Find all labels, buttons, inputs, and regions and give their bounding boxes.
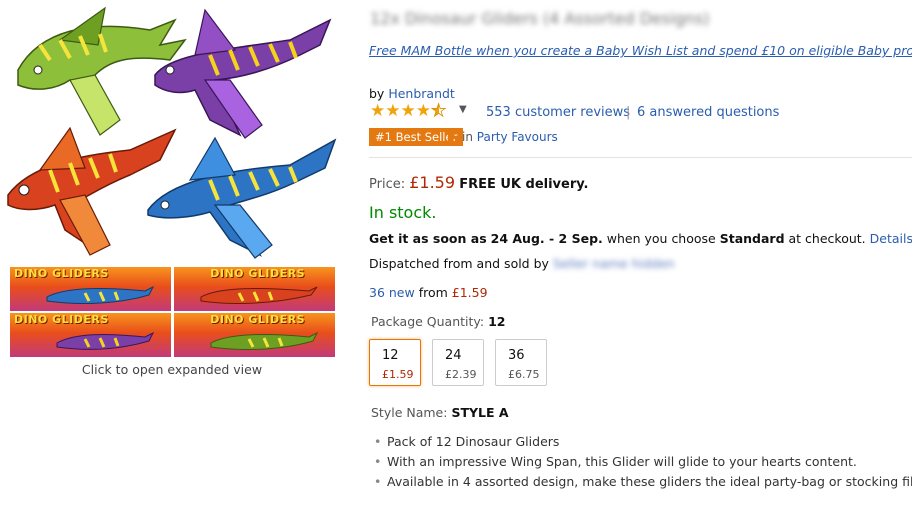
promo-link[interactable]: Free MAM Bottle when you create a Baby W… [369, 43, 912, 58]
purple-glider-image [154, 8, 332, 139]
star-rating[interactable]: ★ ★ ★ ★ ★ [370, 100, 447, 121]
quantity-option-price: £2.39 [445, 368, 477, 381]
expand-view-caption[interactable]: Click to open expanded view [60, 362, 284, 377]
delivery-option: Standard [719, 231, 785, 246]
star-icon: ★ [400, 100, 416, 121]
byline: by Henbrandt [369, 86, 455, 101]
quantity-option-12[interactable]: 12 £1.59 [369, 339, 421, 386]
price-row: Price: £1.59 FREE UK delivery. [369, 173, 588, 192]
new-from-price: £1.59 [451, 285, 488, 300]
star-icon: ★ [415, 100, 431, 121]
questions-link[interactable]: 6 answered questions [637, 105, 779, 120]
quantity-option-qty: 36 [508, 348, 525, 363]
by-prefix: by [369, 86, 385, 101]
feature-bullet: With an impressive Wing Span, this Glide… [370, 452, 910, 472]
package-label: DINO GLIDERS [210, 313, 305, 326]
price-label: Price: [369, 177, 406, 192]
package-thumb: DINO GLIDERS [10, 267, 171, 311]
new-offers: 36 new from £1.59 [369, 285, 488, 300]
feature-bullet: Pack of 12 Dinosaur Gliders [370, 432, 910, 452]
dispatched-prefix: Dispatched from and sold by [369, 256, 549, 271]
seller-link[interactable]: Seller name hidden [553, 256, 675, 271]
divider [369, 157, 912, 158]
reviews-link[interactable]: 553 customer reviews [486, 105, 630, 120]
feature-bullets: Pack of 12 Dinosaur Gliders With an impr… [370, 432, 912, 492]
quantity-option-qty: 12 [382, 348, 399, 363]
quantity-option-price: £1.59 [382, 368, 414, 381]
feature-bullet: Available in 4 assorted design, make the… [370, 472, 912, 492]
half-star-icon: ★ [431, 100, 447, 121]
free-delivery-label: FREE UK delivery. [459, 177, 589, 192]
style-name-label: Style Name: STYLE A [371, 405, 509, 420]
quantity-option-qty: 24 [445, 348, 462, 363]
delivery-mid: when you choose [606, 231, 716, 246]
delivery-details-link[interactable]: Details [870, 231, 912, 246]
chevron-down-icon[interactable]: ▼ [459, 104, 467, 115]
package-thumb: DINO GLIDERS [174, 313, 335, 357]
new-from-label: from [418, 285, 448, 300]
new-offers-link[interactable]: 36 new [369, 285, 415, 300]
style-value: STYLE A [451, 405, 509, 420]
star-icon: ★ [370, 100, 386, 121]
quantity-label-text: Package Quantity: [371, 314, 485, 329]
delivery-dates: 24 Aug. - 2 Sep. [490, 231, 603, 246]
dispatch-info: Dispatched from and sold by Seller name … [369, 256, 675, 271]
package-thumb: DINO GLIDERS [174, 267, 335, 311]
package-thumb: DINO GLIDERS [10, 313, 171, 357]
link-separator: | [626, 105, 631, 120]
badge-in-label: in [462, 130, 473, 144]
blue-glider-image [147, 136, 337, 259]
red-glider-image [7, 126, 177, 256]
price-value: £1.59 [409, 173, 456, 192]
package-thumbnails[interactable]: DINO GLIDERS DINO GLIDERS DINO GLIDERS D… [10, 267, 338, 359]
package-label: DINO GLIDERS [14, 267, 109, 280]
delivery-suffix: at checkout. [788, 231, 866, 246]
quantity-selected-value: 12 [488, 314, 506, 329]
quantity-option-36[interactable]: 36 £6.75 [495, 339, 547, 386]
brand-link[interactable]: Henbrandt [388, 86, 455, 101]
delivery-prefix: Get it as soon as [369, 231, 487, 246]
stock-status: In stock. [369, 203, 437, 222]
category-link[interactable]: Party Favours [477, 130, 558, 144]
style-label-text: Style Name: [371, 405, 448, 420]
quantity-option-24[interactable]: 24 £2.39 [432, 339, 484, 386]
product-main-image[interactable] [0, 0, 345, 262]
package-label: DINO GLIDERS [210, 267, 305, 280]
package-label: DINO GLIDERS [14, 313, 109, 326]
delivery-info: Get it as soon as 24 Aug. - 2 Sep. when … [369, 231, 912, 246]
badge-arrow [448, 128, 456, 146]
quantity-option-price: £6.75 [508, 368, 540, 381]
package-quantity-label: Package Quantity: 12 [371, 314, 506, 329]
badge-category: in Party Favours [462, 130, 558, 144]
dinosaur-gliders-illustration [7, 6, 337, 259]
star-icon: ★ [385, 100, 401, 121]
product-title: 12x Dinosaur Gliders (4 Assorted Designs… [370, 9, 710, 28]
